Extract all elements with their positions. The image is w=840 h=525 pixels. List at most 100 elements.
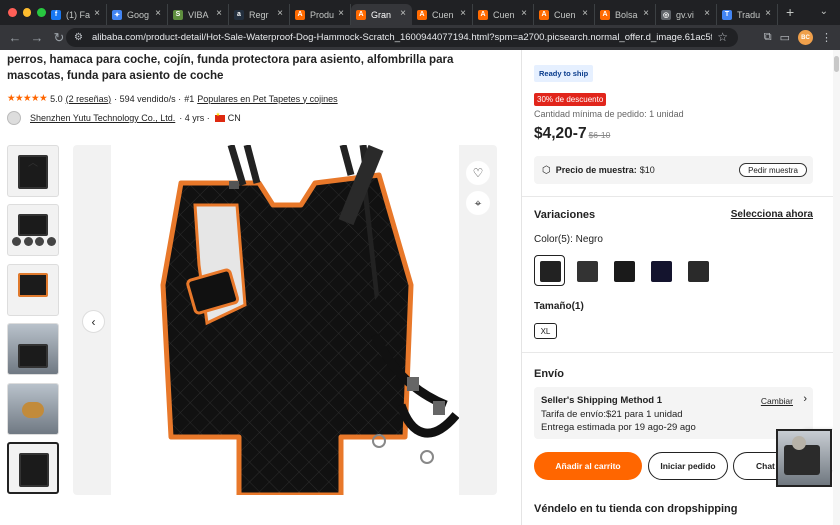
hammock-thumbnail-image xyxy=(18,214,48,237)
tab-search-icon[interactable]: ⌄ xyxy=(820,6,828,17)
bookmark-star-icon[interactable]: ☆ xyxy=(717,30,728,44)
rank-category-link[interactable]: Populares en Pet Tapetes y cojines xyxy=(197,94,337,104)
close-tab-icon[interactable]: × xyxy=(400,8,406,19)
scrollbar-thumb[interactable] xyxy=(834,56,839,72)
page-scrollbar[interactable] xyxy=(833,50,840,525)
tab-list: f (1) Fa × ✦ Goog × S VIBA × a Regr × A Produ × A Gran × A… xyxy=(46,0,778,25)
thumbnail-gallery: ︿ xyxy=(7,145,59,501)
rating-value: 5.0 xyxy=(50,93,63,104)
previous-image-button[interactable]: ‹ xyxy=(82,310,105,333)
variations-title: Variaciones xyxy=(534,209,596,221)
thumbnail-6-selected[interactable] xyxy=(7,441,59,494)
feature-circles-image xyxy=(12,237,56,247)
alibaba-icon: A xyxy=(295,9,305,20)
window-controls xyxy=(0,8,47,17)
color-swatch-1[interactable] xyxy=(534,255,565,286)
browser-tab-10[interactable]: A Bolsa × xyxy=(595,4,656,25)
close-tab-icon[interactable]: × xyxy=(643,8,649,19)
site-info-icon[interactable]: ⚙ xyxy=(74,32,88,43)
browser-tab-7[interactable]: A Cuen × xyxy=(412,4,473,25)
close-tab-icon[interactable]: × xyxy=(765,8,771,19)
thumbnail-1[interactable]: ︿ xyxy=(7,145,59,197)
facebook-icon: f xyxy=(51,9,61,20)
browser-tab-3[interactable]: S VIBA × xyxy=(168,4,229,25)
close-tab-icon[interactable]: × xyxy=(460,8,466,19)
maximize-window-button[interactable] xyxy=(37,8,47,17)
hammock-thumbnail-image xyxy=(18,272,48,297)
lens-icon: ⌖ xyxy=(474,195,482,210)
color-swatch-5[interactable] xyxy=(682,255,713,286)
address-bar[interactable]: ⚙ alibaba.com/product-detail/Hot-Sale-Wa… xyxy=(66,28,738,47)
start-order-button[interactable]: Iniciar pedido xyxy=(648,452,728,480)
color-swatch-2[interactable] xyxy=(571,255,602,286)
close-tab-icon[interactable]: × xyxy=(704,8,710,19)
close-tab-icon[interactable]: × xyxy=(94,8,100,19)
thumbnail-5[interactable] xyxy=(7,382,59,435)
supplier-link[interactable]: Shenzhen Yutu Technology Co., Ltd. xyxy=(30,113,175,123)
tab-label: Cuen xyxy=(493,9,515,20)
browser-tab-1[interactable]: f (1) Fa × xyxy=(46,4,107,25)
alibaba-icon: A xyxy=(356,9,366,20)
new-tab-button[interactable]: + xyxy=(786,4,794,20)
browser-tab-11[interactable]: ◎ gv.vi × xyxy=(656,4,717,25)
profile-avatar[interactable]: BC xyxy=(798,30,813,45)
thumbnail-2[interactable] xyxy=(7,204,59,257)
color-swatch-3[interactable] xyxy=(608,255,639,286)
shipping-delivery: Entrega estimada por 19 ago-29 ago xyxy=(541,422,696,433)
browser-tab-9[interactable]: A Cuen × xyxy=(534,4,595,25)
side-panel-icon[interactable]: ▭ xyxy=(780,31,790,44)
sample-price-box: ⬡ Precio de muestra: $10 Pedir muestra xyxy=(534,156,813,184)
tab-label: Bolsa xyxy=(615,9,638,20)
extensions-icon[interactable]: ⧉ xyxy=(764,31,772,44)
image-search-button[interactable]: ⌖ xyxy=(466,191,490,215)
select-now-link[interactable]: Selecciona ahora xyxy=(731,209,813,220)
forward-icon[interactable]: → xyxy=(26,30,48,45)
sample-price-value: $10 xyxy=(639,165,655,175)
close-tab-icon[interactable]: × xyxy=(338,8,344,19)
close-tab-icon[interactable]: × xyxy=(216,8,222,19)
close-tab-icon[interactable]: × xyxy=(521,8,527,19)
page-content: perros, hamaca para coche, cojín, funda … xyxy=(0,50,840,525)
add-to-cart-button[interactable]: Añadir al carrito xyxy=(534,452,642,480)
browser-tab-6[interactable]: A Gran × xyxy=(351,4,412,25)
request-sample-button[interactable]: Pedir muestra xyxy=(739,163,807,177)
close-tab-icon[interactable]: × xyxy=(155,8,161,19)
change-shipping-link[interactable]: Cambiar xyxy=(761,395,793,409)
close-tab-icon[interactable]: × xyxy=(582,8,588,19)
main-product-image-area: ‹ ♡ ⌖ xyxy=(73,143,497,498)
supplier-country: CN xyxy=(227,113,241,123)
close-tab-icon[interactable]: × xyxy=(277,8,283,19)
browser-tab-5[interactable]: A Produ × xyxy=(290,4,351,25)
browser-tab-8[interactable]: A Cuen × xyxy=(473,4,534,25)
tab-label: Gran xyxy=(371,9,392,20)
thumbnail-4[interactable] xyxy=(7,323,59,376)
ready-to-ship-badge: Ready to ship xyxy=(534,65,594,82)
china-flag-icon xyxy=(214,112,225,122)
tab-label: Tradu xyxy=(737,9,761,20)
color-label: Color(5): Negro xyxy=(534,234,603,245)
browser-tab-4[interactable]: a Regr × xyxy=(229,4,290,25)
thumbnail-3[interactable] xyxy=(7,263,59,316)
chevron-right-icon[interactable]: › xyxy=(803,393,807,407)
dog-hammock-image xyxy=(160,143,460,498)
hammock-thumbnail-image xyxy=(18,344,48,369)
browser-tab-12[interactable]: T Tradu × xyxy=(717,4,778,25)
color-swatch-4[interactable] xyxy=(645,255,676,286)
browser-tab-2[interactable]: ✦ Goog × xyxy=(107,4,168,25)
color-swatches xyxy=(534,255,713,286)
close-window-button[interactable] xyxy=(8,8,17,17)
favorite-button[interactable]: ♡ xyxy=(466,161,490,185)
shipping-title: Envío xyxy=(534,368,564,380)
floating-product-preview[interactable] xyxy=(776,429,832,487)
minimize-window-button[interactable] xyxy=(22,8,32,17)
menu-icon[interactable]: ⋮ xyxy=(821,31,832,44)
chevron-up-icon[interactable]: ︿ xyxy=(28,154,38,169)
alibaba-icon: A xyxy=(478,9,488,20)
tab-label: Cuen xyxy=(554,9,576,20)
size-option-xl[interactable]: XL xyxy=(534,323,557,339)
back-icon[interactable]: ← xyxy=(4,30,26,45)
url-text[interactable]: alibaba.com/product-detail/Hot-Sale-Wate… xyxy=(92,32,712,43)
reviews-link[interactable]: (2 reseñas) xyxy=(66,94,112,104)
supplier-row: Shenzhen Yutu Technology Co., Ltd. · 4 y… xyxy=(7,111,241,125)
alibaba-icon: A xyxy=(539,9,549,20)
